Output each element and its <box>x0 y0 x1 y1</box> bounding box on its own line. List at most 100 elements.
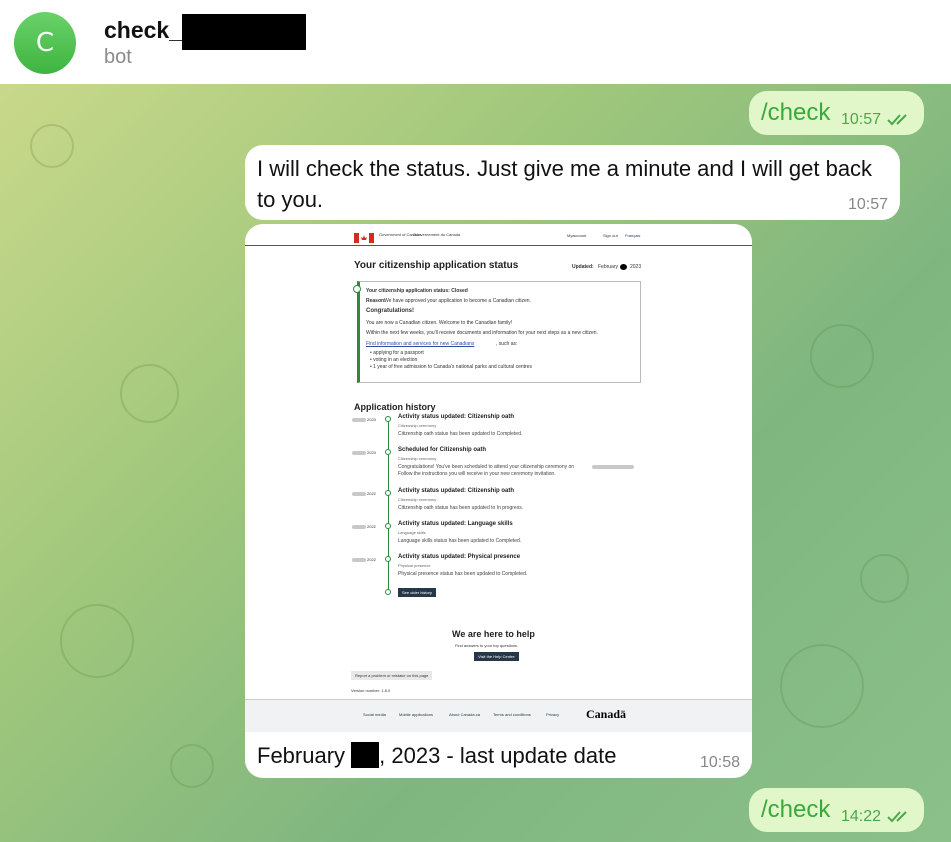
canada-wordmark: Canadä <box>586 707 627 721</box>
redacted-date <box>352 492 366 496</box>
help-centre-button[interactable]: Visit the Help Centre <box>474 652 519 661</box>
double-check-icon <box>887 811 907 823</box>
chat-title[interactable]: check_ <box>104 14 307 50</box>
redaction-box <box>351 742 380 768</box>
nav-my-account[interactable]: Myaccount <box>567 233 586 238</box>
history-item-desc: Citizenship oath status has been updated… <box>398 505 524 511</box>
check-circle-icon <box>353 285 361 293</box>
outgoing-message[interactable]: /check 14:22 <box>749 788 924 832</box>
gov-name-fr: Gouvernement du Canada <box>413 232 461 237</box>
chat-header: C check_ bot <box>0 0 951 85</box>
doodle-pattern <box>780 644 864 728</box>
history-date: 2023 <box>367 417 376 422</box>
canada-flag-icon <box>354 233 374 243</box>
page-title: Your citizenship application status <box>354 260 519 271</box>
history-title: Application history <box>354 402 436 412</box>
doodle-pattern <box>30 124 74 168</box>
photo-caption: February , 2023 - last update date <box>257 742 617 768</box>
history-item-title: Activity status updated: Physical presen… <box>398 554 521 560</box>
link-suffix: , such as: <box>496 341 518 347</box>
redacted-date <box>352 525 366 529</box>
history-item-sub: Citizenship ceremony <box>398 497 437 502</box>
avatar[interactable]: C <box>14 12 76 74</box>
message-text: I will check the status. Just give me a … <box>257 156 873 212</box>
history-item-desc: Physical presence status has been update… <box>398 571 528 577</box>
bullet-item: • applying for a passport <box>370 350 424 356</box>
history-date: 2023 <box>367 450 376 455</box>
message-time: 10:58 <box>699 754 740 771</box>
new-canadians-link[interactable]: Find information and services for new Ca… <box>366 341 474 347</box>
doodle-pattern <box>170 744 214 788</box>
history-date: 2022 <box>367 491 376 496</box>
redacted-date <box>352 418 366 422</box>
footer-link[interactable]: Social media <box>363 712 386 717</box>
timeline-dot <box>385 589 391 595</box>
history-item-title: Scheduled for Citizenship oath <box>398 447 487 453</box>
timeline-line <box>388 420 389 592</box>
history-item-title: Activity status updated: Citizenship oat… <box>398 414 515 420</box>
header-divider <box>245 245 752 246</box>
doodle-pattern <box>60 604 134 678</box>
history-date: 2022 <box>367 557 376 562</box>
bullet-item: • voting in an election <box>370 357 418 363</box>
history-item-sub: Physical presence <box>398 563 431 568</box>
nav-language[interactable]: Français <box>625 233 640 238</box>
footer-link[interactable]: Privacy <box>546 712 559 717</box>
history-item-desc2: Follow the instructions you will receive… <box>398 471 556 477</box>
double-check-icon <box>887 114 907 126</box>
reason-text: We have approved your application to bec… <box>384 298 531 304</box>
history-date: 2022 <box>367 524 376 529</box>
history-item-title: Activity status updated: Citizenship oat… <box>398 488 515 494</box>
reason-label: Reason: <box>366 298 386 304</box>
history-item-sub: Citizenship ceremony <box>398 456 437 461</box>
timeline-dot <box>385 556 391 562</box>
updated-label: Updated: <box>572 264 594 270</box>
redaction-box <box>182 14 307 50</box>
bullet-item: • 1 year of free admission to Canada's n… <box>370 364 532 370</box>
message-time: 10:57 <box>847 196 888 213</box>
status-heading: Your citizenship application status: Clo… <box>366 288 468 294</box>
chat-area[interactable]: /check 10:57 I will check the status. Ju… <box>0 84 951 842</box>
message-time: 14:22 <box>841 808 882 825</box>
timeline-dot <box>385 416 391 422</box>
nav-sign-out[interactable]: Sign out <box>603 233 618 238</box>
report-problem-button[interactable]: Report a problem or mistake on this page <box>351 671 433 680</box>
status-page-screenshot[interactable]: Government of Canada Gouvernement du Can… <box>245 224 752 732</box>
history-item-sub: Language skills <box>398 530 426 535</box>
message-text: /check <box>761 796 831 823</box>
history-item-desc: Language skills status has been updated … <box>398 538 522 544</box>
updated-year: 2023 <box>630 264 642 270</box>
history-item-desc: Congratulations! You've been scheduled t… <box>398 464 575 470</box>
footer-link[interactable]: About Canada.ca <box>449 712 480 717</box>
outgoing-message[interactable]: /check 10:57 <box>749 91 924 135</box>
timeline-dot <box>385 490 391 496</box>
help-sub: Find answers to your top questions. <box>455 643 519 648</box>
incoming-message[interactable]: I will check the status. Just give me a … <box>245 145 900 220</box>
chat-subtitle: bot <box>104 46 132 68</box>
updated-value: February <box>598 264 619 270</box>
incoming-photo-message[interactable]: Government of Canada Gouvernement du Can… <box>245 224 752 778</box>
message-time: 10:57 <box>841 111 882 128</box>
redaction-dot <box>620 264 627 270</box>
history-item-desc: Citizenship oath status has been updated… <box>398 431 523 437</box>
congrats-p1: You are now a Canadian citizen. Welcome … <box>366 320 513 326</box>
doodle-pattern <box>860 554 909 603</box>
help-title: We are here to help <box>452 629 535 639</box>
timeline-dot <box>385 449 391 455</box>
see-older-history-button[interactable]: See older history <box>398 588 437 597</box>
chat-title-text: check_ <box>104 17 183 43</box>
footer-link[interactable]: Mobile applications <box>399 712 433 717</box>
history-item-sub: Citizenship ceremony <box>398 423 437 428</box>
redacted-date <box>352 558 366 562</box>
footer-link[interactable]: Terms and conditions <box>493 712 531 717</box>
version-number: Version number: 1.8.0 <box>351 688 391 693</box>
congrats-p2: Within the next few weeks, you'll receiv… <box>366 330 598 336</box>
redacted-date <box>592 465 634 469</box>
history-item-title: Activity status updated: Language skills <box>398 521 513 527</box>
page-footer: Social media Mobile applications About C… <box>245 699 752 732</box>
doodle-pattern <box>120 364 179 423</box>
message-text: /check <box>761 99 831 126</box>
redacted-date <box>352 451 366 455</box>
timeline-dot <box>385 523 391 529</box>
status-alert: Your citizenship application status: Clo… <box>353 281 641 383</box>
